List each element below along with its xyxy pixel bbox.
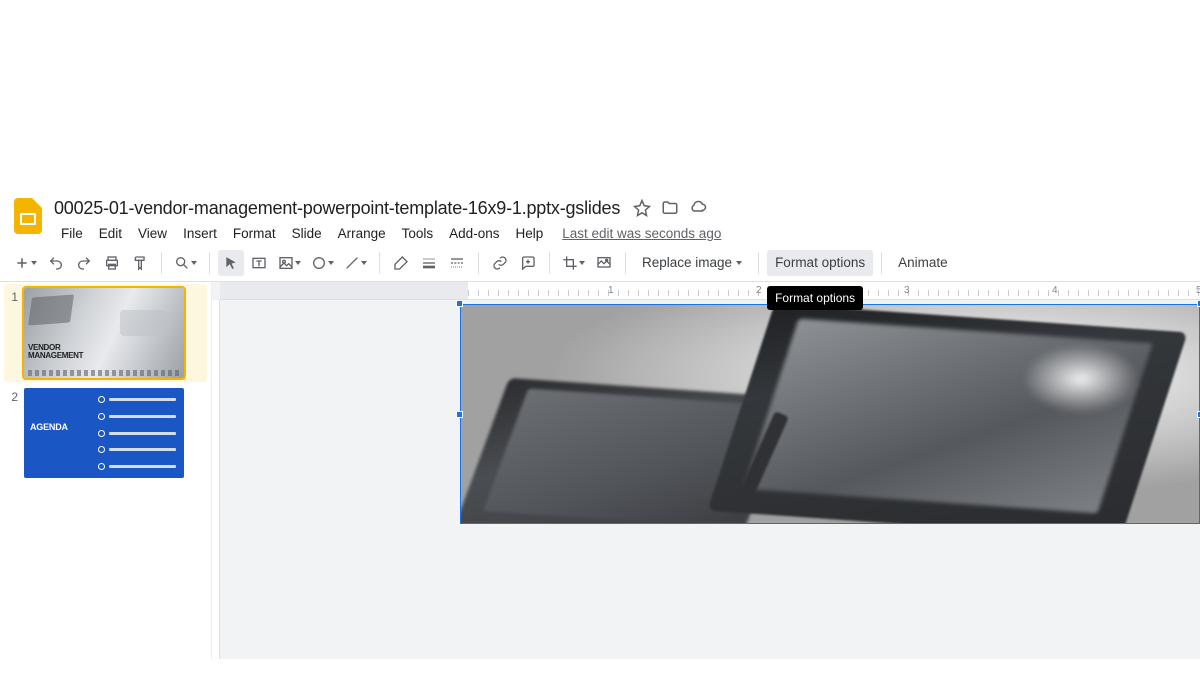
toolbar: Replace image Format options Format opti… bbox=[0, 244, 1200, 282]
document-title[interactable]: 00025-01-vendor-management-powerpoint-te… bbox=[54, 198, 620, 219]
separator bbox=[379, 252, 380, 274]
format-options-button[interactable]: Format options Format options bbox=[767, 250, 873, 276]
crop-button[interactable] bbox=[558, 250, 589, 276]
slides-app-icon[interactable] bbox=[12, 196, 44, 236]
select-tool[interactable] bbox=[218, 250, 244, 276]
separator bbox=[758, 252, 759, 274]
ruler-tick: 2 bbox=[756, 285, 762, 296]
star-icon[interactable] bbox=[632, 198, 652, 218]
separator bbox=[209, 252, 210, 274]
menu-insert[interactable]: Insert bbox=[176, 224, 224, 243]
slide-number: 1 bbox=[4, 288, 18, 378]
move-folder-icon[interactable] bbox=[660, 198, 680, 218]
selection-outline bbox=[460, 304, 1200, 524]
redo-button[interactable] bbox=[71, 250, 97, 276]
undo-button[interactable] bbox=[43, 250, 69, 276]
cloud-status-icon[interactable] bbox=[688, 198, 708, 218]
textbox-tool[interactable] bbox=[246, 250, 272, 276]
slide-thumb-1[interactable]: VENDORMANAGEMENT bbox=[24, 288, 184, 378]
zoom-button[interactable] bbox=[170, 250, 201, 276]
slide-thumb-row: 1 VENDORMANAGEMENT bbox=[4, 284, 207, 382]
separator bbox=[625, 252, 626, 274]
thumb2-title: AGENDA bbox=[30, 422, 68, 432]
ruler-tick: 4 bbox=[1052, 285, 1058, 296]
new-slide-button[interactable] bbox=[10, 250, 41, 276]
menu-slide[interactable]: Slide bbox=[285, 224, 329, 243]
menu-edit[interactable]: Edit bbox=[92, 224, 129, 243]
print-button[interactable] bbox=[99, 250, 125, 276]
last-edit-link[interactable]: Last edit was seconds ago bbox=[562, 226, 721, 241]
menu-tools[interactable]: Tools bbox=[395, 224, 441, 243]
separator bbox=[161, 252, 162, 274]
workspace: 1 VENDORMANAGEMENT 2 AGENDA bbox=[0, 282, 1200, 659]
resize-handle-nw[interactable] bbox=[456, 300, 463, 307]
replace-image-button[interactable]: Replace image bbox=[634, 250, 750, 276]
titlebar: 00025-01-vendor-management-powerpoint-te… bbox=[0, 190, 1200, 244]
menubar: File Edit View Insert Format Slide Arran… bbox=[54, 222, 1188, 244]
menu-file[interactable]: File bbox=[54, 224, 90, 243]
menu-format[interactable]: Format bbox=[226, 224, 283, 243]
ruler-tick: 1 bbox=[608, 285, 614, 296]
format-options-tooltip: Format options bbox=[767, 286, 863, 310]
paint-format-button[interactable] bbox=[127, 250, 153, 276]
slide-thumb-2[interactable]: AGENDA bbox=[24, 388, 184, 478]
ruler-tick: 3 bbox=[904, 285, 910, 296]
image-tool[interactable] bbox=[274, 250, 305, 276]
horizontal-ruler[interactable]: 1 2 3 4 5 bbox=[220, 282, 1200, 300]
slide-thumb-row: 2 AGENDA bbox=[4, 388, 207, 478]
mask-button[interactable] bbox=[591, 250, 617, 276]
vertical-ruler[interactable] bbox=[212, 300, 220, 659]
menu-arrange[interactable]: Arrange bbox=[331, 224, 393, 243]
border-dash-button[interactable] bbox=[444, 250, 470, 276]
menu-addons[interactable]: Add-ons bbox=[442, 224, 506, 243]
resize-handle-w[interactable] bbox=[456, 411, 463, 418]
ruler-tick: 5 bbox=[1196, 285, 1200, 296]
selected-image[interactable] bbox=[460, 304, 1200, 524]
animate-button[interactable]: Animate bbox=[890, 250, 956, 276]
link-button[interactable] bbox=[487, 250, 513, 276]
comment-button[interactable] bbox=[515, 250, 541, 276]
separator bbox=[478, 252, 479, 274]
menu-view[interactable]: View bbox=[131, 224, 174, 243]
border-weight-button[interactable] bbox=[416, 250, 442, 276]
format-options-label: Format options bbox=[775, 255, 865, 270]
slide-panel[interactable]: 1 VENDORMANAGEMENT 2 AGENDA bbox=[0, 282, 212, 659]
separator bbox=[549, 252, 550, 274]
separator bbox=[881, 252, 882, 274]
border-color-button[interactable] bbox=[388, 250, 414, 276]
menu-help[interactable]: Help bbox=[508, 224, 550, 243]
thumb1-title-b: MANAGEMENT bbox=[28, 351, 83, 360]
slide-number: 2 bbox=[4, 388, 18, 478]
line-tool[interactable] bbox=[340, 250, 371, 276]
canvas-area[interactable]: 1 2 3 4 5 bbox=[212, 282, 1200, 659]
shape-tool[interactable] bbox=[307, 250, 338, 276]
